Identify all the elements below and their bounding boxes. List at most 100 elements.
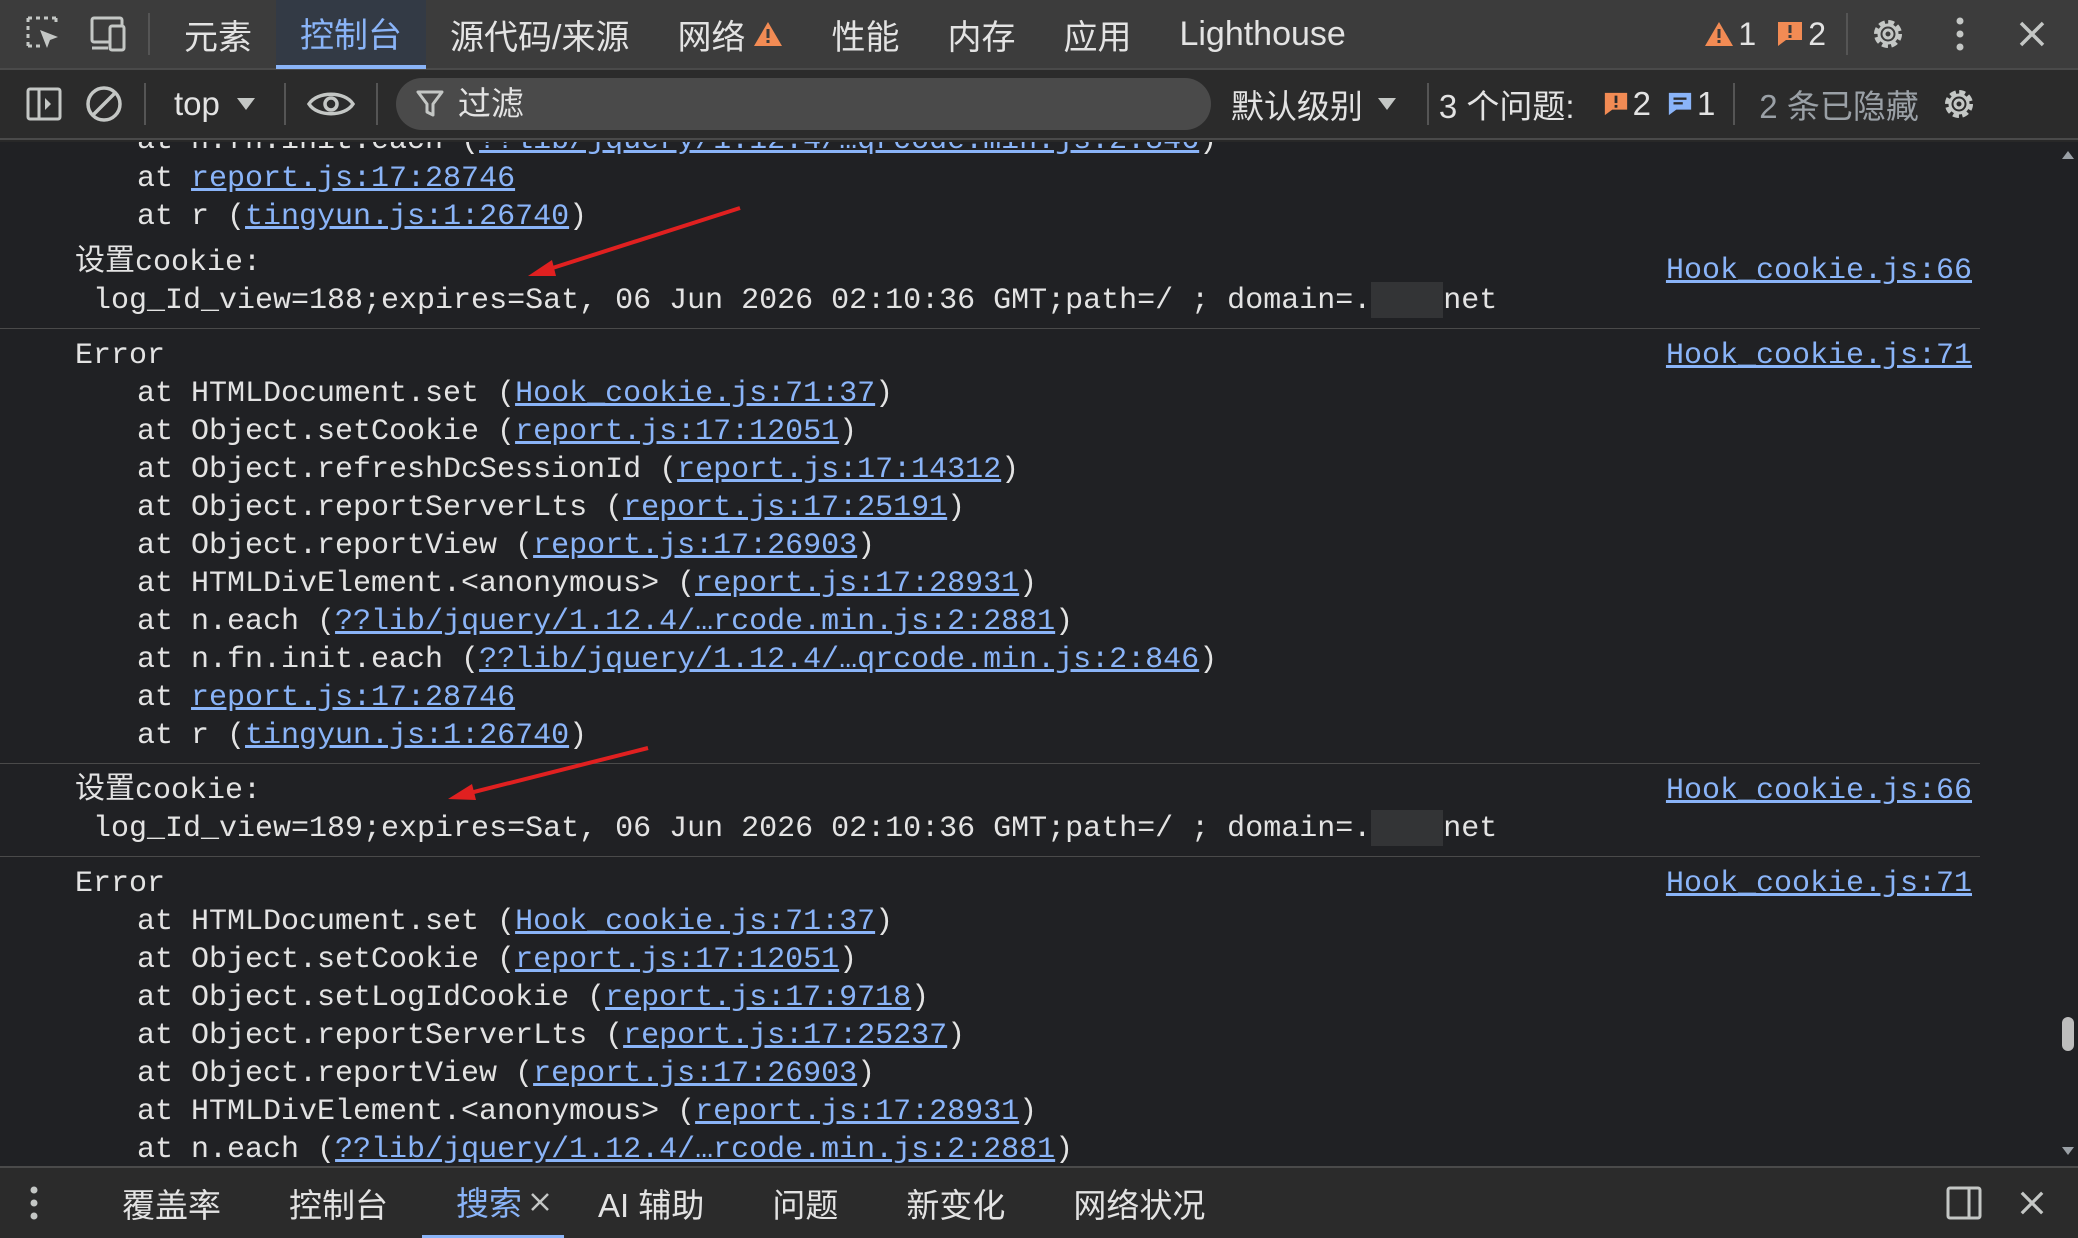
stack-frame-suffix: ) (839, 943, 858, 977)
stack-frame-link[interactable]: report.js:17:26903 (533, 1057, 857, 1091)
panel-tab[interactable]: 网络 (653, 0, 807, 69)
stack-frame-suffix: ) (857, 1057, 876, 1091)
cookie-domain-suffix: net (1443, 812, 1498, 846)
issues-button[interactable]: 3 个问题: 2 1 (1439, 80, 1715, 128)
source-link[interactable]: Hook_cookie.js:71 (1666, 865, 1972, 903)
stack-frame-link[interactable]: report.js:17:28746 (191, 162, 515, 196)
close-devtools-button[interactable] (2002, 4, 2062, 64)
clear-console-button[interactable] (74, 74, 134, 134)
panel-tab[interactable]: 控制台 (276, 0, 426, 69)
panel-tab[interactable]: 元素 (160, 0, 276, 69)
log-level-selector[interactable]: 默认级别 (1211, 80, 1417, 128)
drawer-tab[interactable]: 问题 (738, 1167, 872, 1238)
stack-frame-link[interactable]: ??lib/jquery/1.12.4/…qrcode.min.js:2:846 (479, 142, 1199, 158)
panel-tab[interactable]: Lighthouse (1155, 0, 1369, 69)
source-link[interactable]: Hook_cookie.js:66 (1666, 252, 1972, 290)
dock-drawer-button[interactable] (1934, 1173, 1994, 1233)
dropdown-arrow-icon (236, 98, 255, 110)
panel-tab-label: 性能 (831, 18, 900, 57)
panel-tab[interactable]: 内存 (923, 0, 1039, 69)
stack-frame-link[interactable]: tingyun.js:1:26740 (245, 719, 569, 753)
stack-frame-suffix: ) (875, 377, 894, 411)
stack-frame: at Object.reportServerLts (report.js:17:… (75, 489, 1980, 527)
divider (283, 83, 286, 125)
stack-frame-text: at (137, 162, 192, 196)
settings-button[interactable] (1858, 4, 1918, 64)
stack-frame-text: at n.fn.init.each ( (137, 142, 479, 158)
stack-frame-suffix: ) (1199, 643, 1218, 677)
issues-info-count: 1 (1696, 85, 1716, 122)
close-icon[interactable] (530, 1182, 550, 1220)
stack-frame: at n.fn.init.each (??lib/jquery/1.12.4/…… (75, 142, 1980, 160)
error-badge-icon (1604, 92, 1627, 116)
stack-frame-text: at Object.reportServerLts ( (137, 491, 624, 525)
live-expression-button[interactable] (296, 74, 366, 134)
error-badge-icon (1778, 22, 1803, 46)
drawer-menu-button[interactable] (14, 1173, 54, 1233)
stack-frame: at n.each (??lib/jquery/1.12.4/…rcode.mi… (75, 603, 1980, 641)
stack-frame-link[interactable]: report.js:17:28746 (191, 681, 515, 715)
more-options-button[interactable] (1930, 4, 1990, 64)
stack-frame-suffix: ) (1001, 453, 1020, 487)
panel-tab-label: 元素 (184, 18, 252, 57)
drawer-tab-label: 搜索 (456, 1185, 522, 1222)
console-toolbar: top 默认级别 3 个问题: 2 1 2 条已隐藏 (0, 70, 2078, 140)
stack-frame-suffix: ) (569, 200, 588, 234)
stack-frame-link[interactable]: report.js:17:28931 (695, 1095, 1019, 1129)
stack-frame: at r (tingyun.js:1:26740) (75, 198, 1980, 236)
drawer-tab[interactable]: 新变化 (872, 1167, 1039, 1238)
stack-frame-link[interactable]: tingyun.js:1:26740 (245, 200, 569, 234)
dock-side-icon (1946, 1186, 1982, 1220)
stack-frame-suffix: ) (1055, 1133, 1074, 1166)
stack-frame-link[interactable]: report.js:17:12051 (515, 943, 839, 977)
console-output: at n.fn.init.each (??lib/jquery/1.12.4/…… (0, 142, 2058, 1166)
drawer-tab-label: 覆盖率 (122, 1187, 221, 1224)
stack-frame-link[interactable]: Hook_cookie.js:71:37 (515, 905, 875, 939)
stack-frame-link[interactable]: report.js:17:14312 (677, 453, 1001, 487)
source-link[interactable]: Hook_cookie.js:71 (1666, 337, 1972, 375)
stack-frame-link[interactable]: ??lib/jquery/1.12.4/…rcode.min.js:2:2881 (335, 605, 1055, 639)
context-selector[interactable]: top (156, 85, 274, 123)
warning-counter[interactable]: 1 (1704, 16, 1756, 53)
device-toolbar-button[interactable] (78, 4, 138, 64)
stack-frame-link[interactable]: ??lib/jquery/1.12.4/…rcode.min.js:2:2881 (335, 1133, 1055, 1166)
drawer-tab[interactable]: 覆盖率 (88, 1167, 255, 1238)
close-drawer-button[interactable] (2002, 1173, 2062, 1233)
console-scrollbar[interactable] (2058, 142, 2078, 1166)
cookie-domain-suffix: net (1443, 284, 1498, 318)
drawer-tab-bar: 覆盖率 控制台 搜索 AI 辅助 问题 新变化 网络状况 (0, 1166, 2078, 1238)
console-settings-button[interactable] (1929, 74, 1989, 134)
stack-frame-text: at (137, 681, 192, 715)
drawer-tab[interactable]: 网络状况 (1039, 1167, 1239, 1238)
drawer-tab[interactable]: 控制台 (255, 1167, 422, 1238)
stack-frame-link[interactable]: report.js:17:9718 (605, 981, 911, 1015)
source-link[interactable]: Hook_cookie.js:66 (1666, 772, 1972, 810)
stack-frame-link[interactable]: report.js:17:12051 (515, 415, 839, 449)
drawer-tab[interactable]: 搜索 (422, 1167, 564, 1238)
stack-frame-link[interactable]: report.js:17:25191 (623, 491, 947, 525)
stack-frame-link[interactable]: ??lib/jquery/1.12.4/…qrcode.min.js:2:846 (479, 643, 1199, 677)
panel-tab[interactable]: 性能 (807, 0, 923, 69)
panel-tab[interactable]: 源代码/来源 (426, 0, 653, 69)
kebab-menu-icon (1956, 17, 1964, 51)
drawer-tab[interactable]: AI 辅助 (564, 1167, 738, 1238)
stack-frame: at Object.setCookie (report.js:17:12051) (75, 941, 1980, 979)
stack-frame-text: at Object.reportView ( (137, 529, 534, 563)
divider (148, 13, 150, 55)
stack-frame-link[interactable]: report.js:17:25237 (623, 1019, 947, 1053)
stack-frame-suffix: ) (1199, 142, 1217, 158)
dropdown-arrow-icon (1377, 98, 1396, 110)
error-counter[interactable]: 2 (1776, 16, 1826, 53)
scrollbar-thumb[interactable] (2062, 1017, 2074, 1051)
stack-frame: at Object.refreshDcSessionId (report.js:… (75, 451, 1980, 489)
filter-input[interactable] (457, 85, 1158, 123)
filter-box[interactable] (395, 78, 1211, 130)
stack-frame-link[interactable]: Hook_cookie.js:71:37 (515, 377, 875, 411)
stack-frame: at Object.setLogIdCookie (report.js:17:9… (75, 979, 1980, 1017)
stack-frame-link[interactable]: report.js:17:28931 (695, 567, 1019, 601)
stack-frame-link[interactable]: report.js:17:26903 (533, 529, 857, 563)
show-sidebar-button[interactable] (14, 74, 74, 134)
inspect-element-button[interactable] (14, 4, 74, 64)
panel-tab[interactable]: 应用 (1039, 0, 1155, 69)
console-entry-fragment: at n.fn.init.each (??lib/jquery/1.12.4/…… (0, 142, 1980, 244)
